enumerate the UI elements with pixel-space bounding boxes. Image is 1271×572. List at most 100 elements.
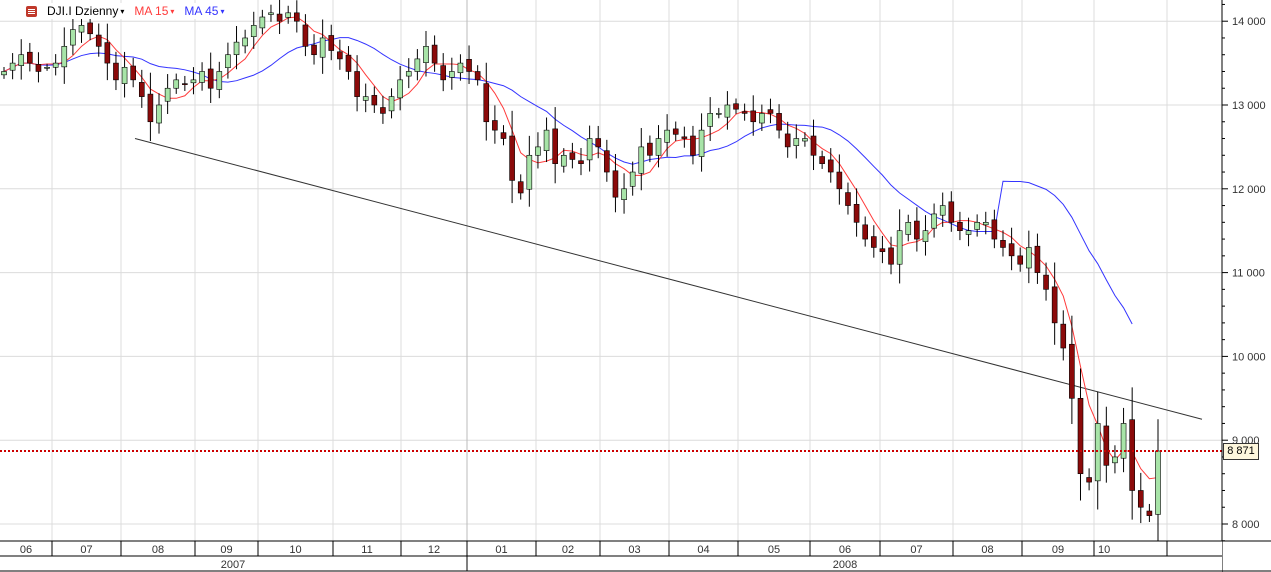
candle	[681, 126, 688, 148]
candle	[371, 86, 378, 113]
candle-body-down	[1129, 419, 1135, 491]
candle	[586, 125, 593, 172]
candle	[18, 39, 25, 80]
candle-body-up	[586, 138, 593, 161]
candle	[182, 75, 188, 91]
candle-body-up	[250, 25, 257, 38]
y-tick-label: 12 000	[1232, 184, 1266, 196]
candle	[500, 125, 507, 146]
candles	[1, 0, 1161, 543]
candle-body-down	[35, 64, 42, 72]
candle	[362, 83, 369, 113]
ma-45-selector[interactable]: MA 45 ▾	[184, 4, 224, 18]
candle-body-up	[268, 12, 274, 15]
month-label: 12	[428, 544, 440, 556]
candlestick-chart: 8 0009 00010 00011 00012 00013 00014 000…	[0, 0, 1271, 572]
ma-45-label: MA 45	[184, 4, 219, 18]
candle-body-up	[405, 71, 412, 77]
candle-body-down	[302, 24, 309, 47]
candle-body-up	[225, 54, 231, 69]
candle	[1051, 262, 1058, 345]
candle-body-down	[337, 51, 343, 60]
candle-body-up	[388, 96, 395, 112]
candle	[1077, 368, 1084, 501]
candle	[199, 62, 205, 91]
candle-body-down	[681, 136, 688, 139]
chart-menu-icon[interactable]	[26, 5, 37, 17]
candle-body-down	[1086, 477, 1092, 483]
month-label: 06	[839, 544, 851, 556]
y-tick-label: 11 000	[1232, 268, 1265, 280]
candle-body-up	[698, 129, 705, 157]
candle-body-down	[371, 95, 378, 106]
candle	[95, 23, 102, 57]
candle	[268, 4, 274, 22]
candle-body-down	[733, 103, 739, 110]
candle-body-down	[207, 68, 214, 89]
candle-body-down	[1017, 255, 1024, 265]
candle	[905, 214, 912, 242]
candle	[974, 214, 980, 237]
candle	[647, 135, 653, 163]
candle	[1026, 230, 1032, 284]
candle-body-up	[52, 62, 59, 68]
candle-body-up	[802, 138, 808, 142]
candle	[259, 9, 266, 35]
candle	[543, 117, 550, 163]
candle-body-down	[819, 156, 825, 164]
candle	[784, 121, 791, 158]
candle-body-down	[113, 62, 119, 81]
year-label: 2007	[221, 559, 245, 571]
candle	[776, 104, 782, 139]
ma-15-selector[interactable]: MA 15 ▾	[134, 4, 174, 18]
candle-body-up	[190, 79, 197, 84]
candle	[991, 209, 998, 249]
candle-body-up	[173, 79, 180, 89]
candle-body-down	[104, 42, 111, 64]
candle-body-up	[759, 113, 765, 124]
candle-body-up	[982, 222, 989, 226]
month-label: 07	[80, 544, 92, 556]
ma-45-line	[3, 37, 1133, 325]
candle	[388, 88, 395, 119]
candle-body-down	[569, 152, 576, 160]
symbol-selector[interactable]: DJI.I Dzienny ▾	[47, 4, 124, 18]
candle-body-up	[715, 113, 722, 115]
month-label: 09	[220, 544, 232, 556]
candle	[741, 103, 748, 121]
candle-body-up	[44, 66, 50, 69]
candle-body-down	[1137, 490, 1144, 508]
month-label: 06	[20, 544, 32, 556]
candle	[156, 93, 162, 134]
candle	[9, 53, 16, 80]
candle-body-down	[492, 120, 498, 131]
candle	[750, 95, 757, 136]
candle-body-up	[1094, 423, 1101, 482]
candle	[302, 14, 309, 57]
candle-body-up	[905, 222, 912, 235]
candle	[474, 65, 481, 86]
candle-body-up	[655, 138, 662, 156]
month-label: 10	[289, 544, 301, 556]
candle-body-down	[1103, 425, 1110, 466]
candle	[113, 51, 119, 91]
candle-body-up	[78, 25, 85, 33]
candle-body-down	[483, 83, 490, 123]
candle	[164, 74, 171, 114]
candle-body-up	[896, 230, 903, 265]
candle	[672, 121, 679, 141]
candle-body-down	[431, 44, 438, 64]
candle-body-down	[276, 13, 283, 22]
candle-body-up	[931, 213, 937, 229]
candle	[414, 49, 421, 81]
candle-body-up	[242, 37, 248, 47]
candle	[345, 46, 352, 80]
candle	[827, 148, 834, 183]
candle	[27, 42, 33, 72]
current-price-tag: 8 871	[1223, 443, 1259, 460]
candle-body-up	[724, 104, 731, 118]
candle-body-down	[647, 142, 653, 156]
candle	[1, 66, 7, 79]
y-tick-label: 13 000	[1232, 100, 1266, 112]
candle	[853, 188, 860, 237]
